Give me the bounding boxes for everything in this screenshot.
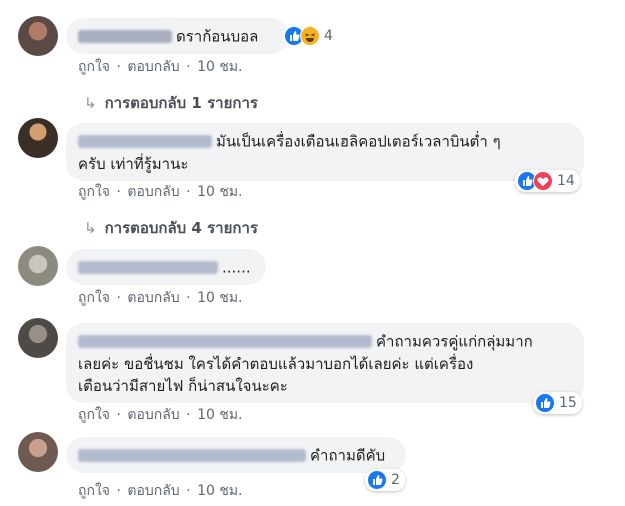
reply-arrow-icon: ↳	[84, 94, 97, 112]
comment-text-line-2: ครับ เท่าที่รู้มานะ	[78, 154, 189, 173]
comment-text: ......	[222, 258, 251, 277]
haha-reaction-icon	[300, 26, 320, 46]
comment-bubble: คำถามควรคู่แก่กลุ่มมาก เลยค่ะ ขอชื่นชม ใ…	[66, 323, 584, 403]
reaction-summary[interactable]: 15	[533, 392, 582, 414]
timestamp[interactable]: 10 ชม.	[197, 290, 242, 306]
comment-actions: ถูกใจ · ตอบกลับ · 10 ชม.	[78, 407, 243, 423]
avatar[interactable]	[18, 318, 58, 358]
comment-text: ดราก้อนบอล	[176, 27, 259, 46]
reply-link[interactable]: ตอบกลับ	[127, 184, 179, 200]
reply-arrow-icon: ↳	[84, 219, 97, 237]
reaction-count: 15	[559, 395, 577, 411]
avatar[interactable]	[18, 432, 58, 472]
timestamp[interactable]: 10 ชม.	[197, 184, 242, 200]
comment-text-line-2: เลยค่ะ ขอชื่นชม ใครได้คำตอบแล้วมาบอกได้เ…	[78, 354, 474, 373]
reaction-count: 2	[391, 472, 400, 488]
reaction-count: 14	[557, 173, 575, 189]
timestamp[interactable]: 10 ชม.	[197, 407, 242, 423]
reaction-summary[interactable]: 4	[282, 25, 338, 47]
reaction-summary[interactable]: 2	[365, 469, 405, 491]
comment-actions: ถูกใจ · ตอบกลับ · 10 ชม.	[78, 290, 243, 306]
comment-text: คำถามดีคับ	[310, 446, 386, 465]
comment-bubble: คำถามดีคับ	[66, 437, 406, 473]
avatar[interactable]	[18, 16, 58, 56]
reply-link[interactable]: ตอบกลับ	[127, 407, 179, 423]
avatar[interactable]	[18, 246, 58, 286]
commenter-name-blurred[interactable]	[78, 135, 212, 148]
commenter-name-blurred[interactable]	[78, 30, 172, 43]
replies-label: การตอบกลับ 1 รายการ	[104, 94, 258, 112]
comment-text-line-1: มันเป็นเครื่องเตือนเฮลิคอปเตอร์เวลาบินต่…	[216, 132, 501, 151]
comment-bubble: ดราก้อนบอล	[66, 18, 288, 54]
like-link[interactable]: ถูกใจ	[78, 184, 110, 200]
love-reaction-icon	[533, 171, 553, 191]
like-reaction-icon	[367, 470, 387, 490]
reply-link[interactable]: ตอบกลับ	[127, 483, 179, 499]
reaction-count: 4	[324, 28, 333, 44]
reply-link[interactable]: ตอบกลับ	[127, 290, 179, 306]
timestamp[interactable]: 10 ชม.	[197, 483, 242, 499]
avatar[interactable]	[18, 118, 58, 158]
comment-actions: ถูกใจ · ตอบกลับ · 10 ชม.	[78, 184, 243, 200]
commenter-name-blurred[interactable]	[78, 261, 218, 274]
like-link[interactable]: ถูกใจ	[78, 483, 110, 499]
like-reaction-icon	[535, 393, 555, 413]
replies-label: การตอบกลับ 4 รายการ	[104, 219, 258, 237]
like-link[interactable]: ถูกใจ	[78, 59, 110, 75]
comment-actions: ถูกใจ · ตอบกลับ · 10 ชม.	[78, 483, 243, 499]
view-replies-link[interactable]: ↳ การตอบกลับ 1 รายการ	[84, 91, 258, 115]
commenter-name-blurred[interactable]	[78, 335, 372, 348]
comment-bubble: มันเป็นเครื่องเตือนเฮลิคอปเตอร์เวลาบินต่…	[66, 123, 584, 181]
comment-bubble: ......	[66, 249, 266, 285]
comment-text-line-3: เตือนว่ามีสายไฟ ก็น่าสนใจนะคะ	[78, 376, 288, 395]
timestamp[interactable]: 10 ชม.	[197, 59, 242, 75]
commenter-name-blurred[interactable]	[78, 449, 306, 462]
comment-actions: ถูกใจ · ตอบกลับ · 10 ชม.	[78, 59, 243, 75]
comment-text-line-1: คำถามควรคู่แก่กลุ่มมาก	[376, 332, 533, 351]
reaction-summary[interactable]: 14	[515, 170, 580, 192]
like-link[interactable]: ถูกใจ	[78, 407, 110, 423]
view-replies-link[interactable]: ↳ การตอบกลับ 4 รายการ	[84, 216, 258, 240]
reply-link[interactable]: ตอบกลับ	[127, 59, 179, 75]
like-link[interactable]: ถูกใจ	[78, 290, 110, 306]
